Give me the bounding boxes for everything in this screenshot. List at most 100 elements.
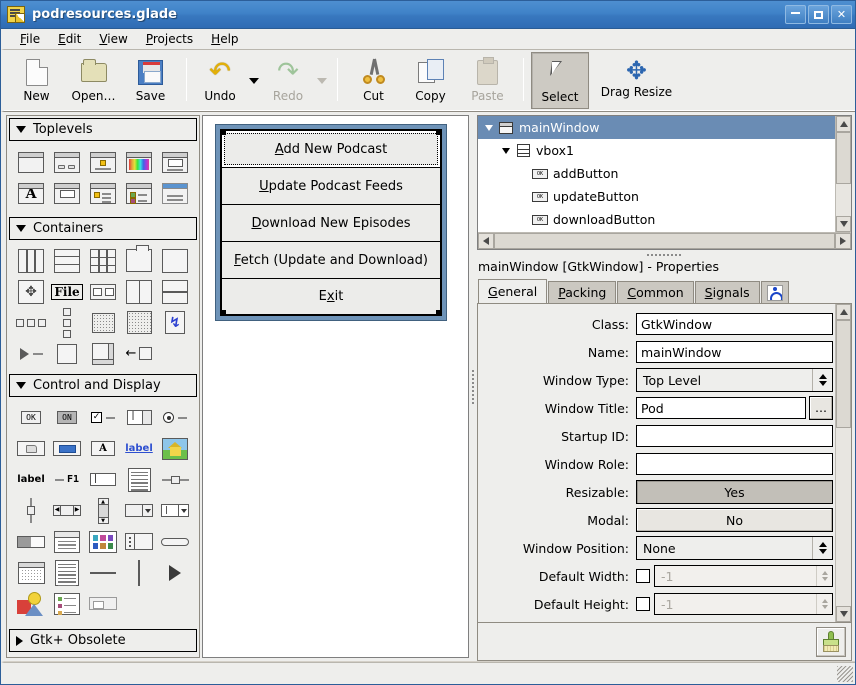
properties-resize-handle[interactable]: [477, 250, 852, 259]
toolbar-drag-resize-button[interactable]: ✥ Drag Resize: [589, 52, 684, 109]
palette-item-hscale[interactable]: [157, 464, 193, 495]
maximize-button[interactable]: [808, 5, 829, 24]
palette-item-input-dialog[interactable]: [49, 178, 85, 209]
menu-file[interactable]: File: [11, 30, 49, 48]
palette-item-expander[interactable]: [13, 338, 49, 369]
palette-item-size-group[interactable]: [49, 338, 85, 369]
palette-item-link-button[interactable]: label: [121, 433, 157, 464]
palette-item-color-button[interactable]: [49, 433, 85, 464]
palette-item-button-box[interactable]: [85, 276, 121, 307]
default-width-checkbox[interactable]: [636, 569, 650, 583]
expander-down-icon[interactable]: [499, 148, 513, 154]
palette-item-alignment[interactable]: ✥: [13, 276, 49, 307]
menu-edit[interactable]: Edit: [49, 30, 90, 48]
startup-id-field[interactable]: [636, 425, 833, 447]
palette-item-tree-store[interactable]: [49, 588, 85, 619]
tab-packing[interactable]: Packing: [548, 281, 616, 303]
palette-item-hpaned[interactable]: [121, 276, 157, 307]
resizable-toggle[interactable]: Yes: [636, 480, 833, 504]
palette-item-arrow[interactable]: [157, 557, 193, 588]
default-width-field[interactable]: -1: [654, 565, 833, 587]
horizontal-scrollbar-thumb[interactable]: [494, 233, 835, 249]
selection-handle-top-right[interactable]: [436, 129, 442, 135]
palette-item-status-bar[interactable]: [85, 588, 121, 619]
palette-item-table[interactable]: [85, 245, 121, 276]
name-field[interactable]: mainWindow: [636, 341, 833, 363]
palette-item-assistant[interactable]: [121, 178, 157, 209]
palette-item-dialog[interactable]: [49, 147, 85, 178]
palette-item-vscrollbar[interactable]: ▲▼: [85, 495, 121, 526]
palette-item-color-selection-dialog[interactable]: [121, 147, 157, 178]
design-vbox1[interactable]: Add New Podcast Update Podcast Feeds Dow…: [220, 129, 442, 316]
design-window-mainwindow[interactable]: Add New Podcast Update Podcast Feeds Dow…: [215, 124, 447, 321]
tab-signals[interactable]: Signals: [695, 281, 760, 303]
palette-section-control-and-display[interactable]: Control and Display: [9, 374, 197, 397]
default-height-field[interactable]: -1: [654, 593, 833, 615]
palette-item-vscale[interactable]: [13, 495, 49, 526]
class-field[interactable]: GtkWindow: [636, 313, 833, 335]
tree-item-downloadbutton[interactable]: OK downloadButton: [478, 208, 835, 231]
palette-item-horizontal-rule[interactable]: [157, 526, 193, 557]
palette-item-file-chooser-button[interactable]: [13, 433, 49, 464]
palette-item-notebook[interactable]: [121, 245, 157, 276]
tab-general[interactable]: General: [478, 279, 547, 303]
tree-item-fetchbutton[interactable]: OK fetchButton: [478, 231, 835, 232]
palette-item-message-dialog[interactable]: [85, 147, 121, 178]
palette-item-hbox[interactable]: [13, 245, 49, 276]
download-new-episodes-button[interactable]: Download New Episodes: [221, 204, 441, 241]
toolbar-open-button[interactable]: Open…: [65, 52, 122, 109]
palette-item-tree-view[interactable]: [49, 526, 85, 557]
toolbar-select-button[interactable]: Select: [531, 52, 589, 109]
tree-item-vbox1[interactable]: vbox1: [478, 139, 835, 162]
fetch-update-and-download-button[interactable]: Fetch (Update and Download): [221, 241, 441, 278]
palette-item-text-area[interactable]: [49, 557, 85, 588]
palette-section-toplevels[interactable]: Toplevels: [9, 118, 197, 141]
minimize-button[interactable]: [785, 5, 806, 24]
design-canvas[interactable]: Add New Podcast Update Podcast Feeds Dow…: [202, 115, 469, 658]
window-resize-grip[interactable]: [837, 666, 853, 682]
default-height-checkbox[interactable]: [636, 597, 650, 611]
spinner-arrows-icon[interactable]: [816, 566, 832, 586]
scroll-up-arrow-icon[interactable]: [836, 116, 851, 132]
tree-item-updatebutton[interactable]: OK updateButton: [478, 185, 835, 208]
expander-down-icon[interactable]: [482, 125, 496, 131]
dock-resize-handle[interactable]: [469, 112, 477, 661]
palette-section-gtk-obsolete[interactable]: Gtk+ Obsolete: [9, 629, 197, 652]
window-title-browse-button[interactable]: …: [809, 396, 833, 420]
spinner-arrows-icon[interactable]: [812, 369, 832, 391]
scroll-right-arrow-icon[interactable]: [835, 233, 851, 249]
vertical-scrollbar-thumb[interactable]: [836, 132, 851, 184]
spinner-arrows-icon[interactable]: [812, 537, 832, 559]
toolbar-save-button[interactable]: Save: [122, 52, 179, 109]
scroll-up-arrow-icon[interactable]: [836, 304, 851, 320]
palette-item-hbutton-box[interactable]: [13, 307, 49, 338]
palette-item-viewport[interactable]: ←: [121, 338, 157, 369]
menu-projects[interactable]: Projects: [137, 30, 202, 48]
window-role-field[interactable]: [636, 453, 833, 475]
selection-handle-top-left[interactable]: [220, 129, 226, 135]
window-position-select[interactable]: None: [636, 536, 833, 560]
window-type-select[interactable]: Top Level: [636, 368, 833, 392]
properties-scrollbar-track[interactable]: [836, 428, 851, 606]
toolbar-copy-button[interactable]: Copy: [402, 52, 459, 109]
update-podcast-feeds-button[interactable]: Update Podcast Feeds: [221, 167, 441, 204]
palette-item-text-view[interactable]: [121, 464, 157, 495]
paintbrush-button[interactable]: [816, 627, 846, 657]
close-button[interactable]: ✕: [831, 5, 852, 24]
toolbar-redo-button[interactable]: ↷ Redo: [262, 52, 314, 109]
toolbar-new-button[interactable]: New: [8, 52, 65, 109]
undo-dropdown-arrow-icon[interactable]: [246, 52, 262, 109]
tree-item-addbutton[interactable]: OK addButton: [478, 162, 835, 185]
toolbar-cut-button[interactable]: Cut: [345, 52, 402, 109]
palette-item-drawing-area[interactable]: [13, 588, 49, 619]
palette-item-offscreen-window[interactable]: [157, 178, 193, 209]
palette-item-radio-button[interactable]: [157, 402, 193, 433]
palette-item-vbox[interactable]: [49, 245, 85, 276]
palette-item-button[interactable]: OK: [13, 402, 49, 433]
palette-item-icon-view[interactable]: [85, 526, 121, 557]
palette-item-calendar[interactable]: [13, 557, 49, 588]
palette-item-combo-box[interactable]: [121, 495, 157, 526]
scroll-down-arrow-icon[interactable]: [836, 216, 851, 232]
properties-vertical-scrollbar[interactable]: [835, 304, 851, 622]
palette-item-font-selection-dialog[interactable]: A: [13, 178, 49, 209]
